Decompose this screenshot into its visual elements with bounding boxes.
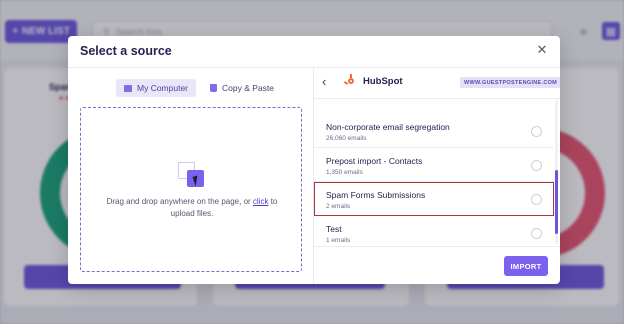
import-button[interactable]: IMPORT — [504, 256, 548, 276]
tab-label: Copy & Paste — [222, 83, 274, 93]
close-icon[interactable]: ✕ — [534, 42, 550, 58]
back-chevron-icon[interactable]: ‹ — [322, 74, 334, 89]
source-tabs: My Computer Copy & Paste — [116, 79, 282, 97]
list-item-count: 26,060 emails — [326, 135, 367, 142]
tab-label: My Computer — [137, 83, 189, 93]
upload-icon — [178, 162, 206, 190]
radio-button[interactable] — [531, 228, 542, 239]
radio-button[interactable] — [531, 194, 542, 205]
source-name: HubSpot — [363, 76, 403, 87]
dropzone-text: Drag and drop anywhere on the page, or c… — [81, 196, 303, 220]
scrollbar-thumb[interactable] — [555, 170, 558, 234]
logo-part — [348, 78, 354, 84]
hubspot-logo-icon — [343, 74, 357, 87]
divider — [68, 67, 560, 68]
folder-icon — [124, 84, 132, 92]
modal-title: Select a source — [80, 44, 172, 58]
list-item-name: Non-corporate email segregation — [326, 122, 450, 132]
dropzone-text-before: Drag and drop anywhere on the page, or — [106, 197, 253, 206]
clipboard-icon — [210, 84, 218, 92]
radio-button[interactable] — [531, 126, 542, 137]
list-item-count: 2 emails — [326, 203, 351, 210]
list-item-name: Prepost import - Contacts — [326, 156, 423, 166]
select-source-modal: Select a source ✕ My Computer Copy & Pas… — [68, 36, 560, 284]
click-upload-link[interactable]: click — [253, 197, 269, 206]
list-item-name: Test — [326, 224, 342, 234]
tab-my-computer[interactable]: My Computer — [116, 79, 197, 97]
file-dropzone[interactable]: Drag and drop anywhere on the page, or c… — [80, 107, 302, 272]
list-item-name: Spam Forms Submissions — [326, 190, 426, 200]
list-item[interactable]: Test 1 emails — [314, 216, 554, 246]
list-item[interactable]: Prepost import - Contacts 1,350 emails — [314, 148, 554, 182]
list-item[interactable]: Non-corporate email segregation 26,060 e… — [314, 114, 554, 148]
tab-copy-paste[interactable]: Copy & Paste — [202, 79, 282, 97]
list-item[interactable]: Spam Forms Submissions 2 emails — [314, 182, 554, 216]
watermark: WWW.GUESTPOSTENGINE.COM — [460, 77, 560, 88]
list-item-count: 1 emails — [326, 237, 351, 244]
list-item-count: 1,350 emails — [326, 169, 363, 176]
source-list: Non-corporate email segregation 26,060 e… — [314, 98, 554, 246]
divider — [314, 246, 560, 247]
radio-button[interactable] — [531, 160, 542, 171]
